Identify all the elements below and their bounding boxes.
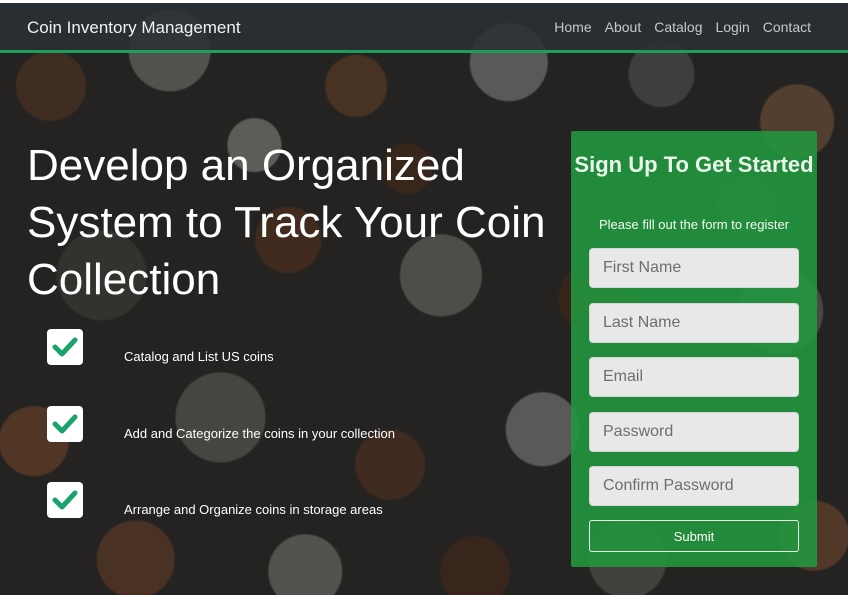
signup-panel: Sign Up To Get Started Please fill out t… [571, 131, 817, 567]
feature-item-organize: Arrange and Organize coins in storage ar… [47, 482, 467, 518]
check-icon [47, 482, 83, 518]
feature-text: Arrange and Organize coins in storage ar… [124, 502, 383, 517]
password-field[interactable] [589, 412, 799, 452]
nav-link-catalog[interactable]: Catalog [654, 19, 702, 35]
nav-link-about[interactable]: About [605, 19, 642, 35]
feature-text: Catalog and List US coins [124, 349, 274, 364]
page-frame: Coin Inventory Management Home About Cat… [0, 3, 848, 595]
check-icon [47, 406, 83, 442]
email-field[interactable] [589, 357, 799, 397]
nav-link-home[interactable]: Home [554, 19, 591, 35]
brand-title[interactable]: Coin Inventory Management [27, 18, 241, 38]
feature-item-categorize: Add and Categorize the coins in your col… [47, 406, 467, 442]
navbar: Coin Inventory Management Home About Cat… [0, 3, 848, 53]
confirm-password-field[interactable] [589, 466, 799, 506]
signup-title: Sign Up To Get Started [574, 152, 814, 177]
check-icon [47, 329, 83, 365]
hero-title: Develop an Organized System to Track You… [27, 141, 546, 304]
feature-text: Add and Categorize the coins in your col… [124, 426, 395, 441]
submit-button[interactable]: Submit [589, 520, 799, 552]
signup-subtitle: Please fill out the form to register [598, 217, 790, 232]
last-name-field[interactable] [589, 303, 799, 343]
first-name-field[interactable] [589, 248, 799, 288]
nav-link-login[interactable]: Login [715, 19, 749, 35]
nav-link-contact[interactable]: Contact [763, 19, 811, 35]
feature-item-catalog: Catalog and List US coins [47, 329, 467, 365]
nav-links: Home About Catalog Login Contact [554, 19, 811, 35]
